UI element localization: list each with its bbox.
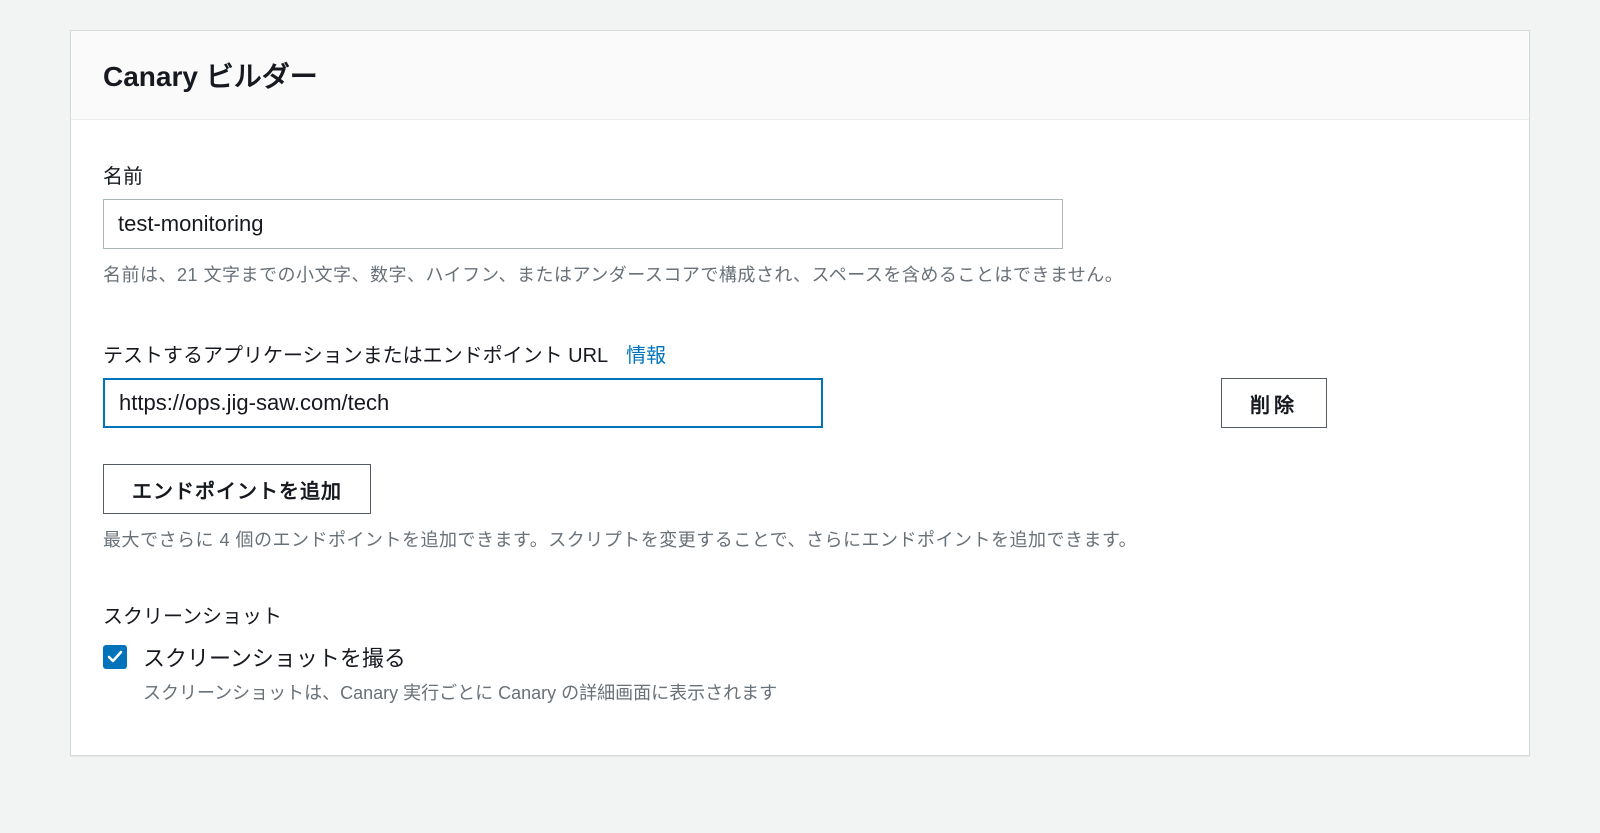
name-label: 名前 (103, 160, 1497, 189)
panel-body: 名前 名前は、21 文字までの小文字、数字、ハイフン、またはアンダースコアで構成… (71, 120, 1529, 755)
endpoint-label-row: テストするアプリケーションまたはエンドポイント URL 情報 (103, 339, 1497, 368)
screenshot-section-label: スクリーンショット (103, 600, 1497, 629)
screenshot-checkbox-content: スクリーンショットを撮る スクリーンショットは、Canary 実行ごとに Can… (143, 641, 777, 705)
screenshot-checkbox-label: スクリーンショットを撮る (143, 641, 777, 673)
panel-title: Canary ビルダー (103, 55, 1497, 95)
panel-header: Canary ビルダー (71, 31, 1529, 120)
name-input[interactable] (103, 199, 1063, 249)
screenshot-checkbox-row: スクリーンショットを撮る スクリーンショットは、Canary 実行ごとに Can… (103, 641, 1497, 705)
info-link[interactable]: 情報 (626, 339, 666, 368)
delete-endpoint-button[interactable]: 削除 (1221, 378, 1327, 428)
add-endpoint-button[interactable]: エンドポイントを追加 (103, 464, 371, 514)
check-icon (107, 649, 123, 665)
endpoint-row: 削除 (103, 378, 1497, 428)
screenshot-section: スクリーンショット スクリーンショットを撮る スクリーンショットは、Canary… (103, 600, 1497, 705)
endpoint-label: テストするアプリケーションまたはエンドポイント URL (103, 339, 608, 368)
endpoint-field-group: テストするアプリケーションまたはエンドポイント URL 情報 削除 エンドポイン… (103, 339, 1497, 552)
name-hint: 名前は、21 文字までの小文字、数字、ハイフン、またはアンダースコアで構成され、… (103, 261, 1497, 287)
screenshot-checkbox-desc: スクリーンショットは、Canary 実行ごとに Canary の詳細画面に表示さ… (143, 679, 777, 705)
canary-builder-panel: Canary ビルダー 名前 名前は、21 文字までの小文字、数字、ハイフン、ま… (70, 30, 1530, 756)
name-field-group: 名前 名前は、21 文字までの小文字、数字、ハイフン、またはアンダースコアで構成… (103, 160, 1497, 287)
endpoint-url-input[interactable] (103, 378, 823, 428)
endpoint-hint: 最大でさらに 4 個のエンドポイントを追加できます。スクリプトを変更することで、… (103, 526, 1497, 552)
screenshot-checkbox[interactable] (103, 645, 127, 669)
